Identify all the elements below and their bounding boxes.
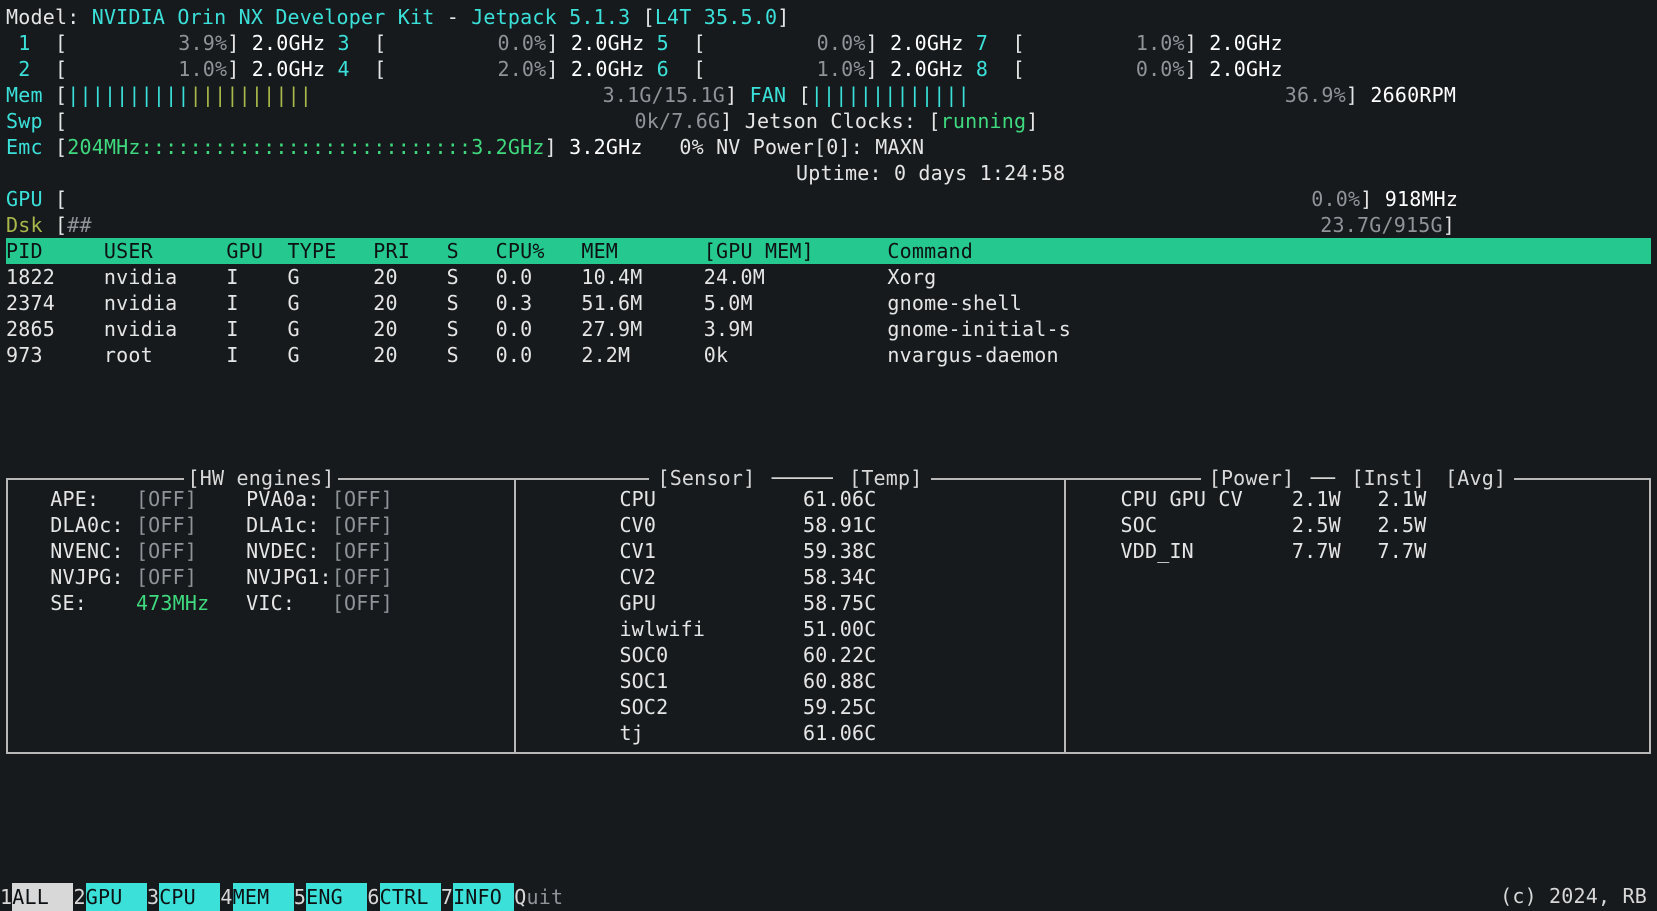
menu-item[interactable]: 4 — [220, 884, 232, 910]
sensor-row: CV2 58.34C — [546, 564, 1044, 590]
hw-engines-panel: [HW engines] APE: [OFF] PVA0a: [OFF] DLA… — [6, 478, 514, 754]
sensor-row: iwlwifi 51.00C — [546, 616, 1044, 642]
model-line: Model: NVIDIA Orin NX Developer Kit - Je… — [6, 4, 1651, 30]
panels-row: [HW engines] APE: [OFF] PVA0a: [OFF] DLA… — [6, 478, 1651, 754]
menu-item[interactable]: 3 — [147, 884, 159, 910]
credit: (c) 2024, RB — [1500, 883, 1647, 909]
power-row: SOC 2.5W 2.5W — [1096, 512, 1629, 538]
menu-item[interactable]: 2 — [73, 884, 85, 910]
emc-nvpower-line: Emc [204MHz:::::::::::::::::::::::::::3.… — [6, 134, 1651, 160]
dsk-line: Dsk [##23.7G/915G] — [6, 212, 1651, 238]
menu-item[interactable]: 1 — [0, 884, 12, 910]
proc-row[interactable]: 2374 nvidia I G 20 S 0.3 51.6M 5.0M gnom… — [6, 290, 1651, 316]
cpu-row-1: 1 [3.9%] 2.0GHz 3 [0.0%] 2.0GHz 5 [0.0%]… — [6, 30, 1651, 56]
gpu-line: GPU [0.0%] 918MHz — [6, 186, 1651, 212]
swp-jc-line: Swp [0k/7.6G] Jetson Clocks: [running] — [6, 108, 1651, 134]
sensor-row: SOC2 59.25C — [546, 694, 1044, 720]
power-title: [Power] ── [Inst] [Avg] — [1201, 466, 1515, 490]
mem-fan-line: Mem [||||||||||||||||||||3.1G/15.1G] FAN… — [6, 82, 1651, 108]
terminal-root: Model: NVIDIA Orin NX Developer Kit - Je… — [0, 0, 1657, 754]
power-row: VDD_IN 7.7W 7.7W — [1096, 538, 1629, 564]
hw-engine-row: DLA0c: [OFF] DLA1c: [OFF] — [38, 512, 494, 538]
sensor-row: SOC1 60.88C — [546, 668, 1044, 694]
sensor-panel: [Sensor] ───── [Temp] CPU 61.06C CV0 58.… — [514, 478, 1064, 754]
proc-row[interactable]: 1822 nvidia I G 20 S 0.0 10.4M 24.0M Xor… — [6, 264, 1651, 290]
hw-engine-row: NVENC: [OFF] NVDEC: [OFF] — [38, 538, 494, 564]
sensor-row: CV1 59.38C — [546, 538, 1044, 564]
hw-engines-title: [HW engines] — [184, 466, 339, 490]
power-panel: [Power] ── [Inst] [Avg] CPU GPU CV 2.1W … — [1064, 478, 1651, 754]
proc-row[interactable]: 2865 nvidia I G 20 S 0.0 27.9M 3.9M gnom… — [6, 316, 1651, 342]
sensor-row: GPU 58.75C — [546, 590, 1044, 616]
sensor-row: CV0 58.91C — [546, 512, 1044, 538]
sensor-row: SOC0 60.22C — [546, 642, 1044, 668]
menu-item[interactable]: 6 — [367, 884, 379, 910]
cpu-row-2: 2 [1.0%] 2.0GHz 4 [2.0%] 2.0GHz 6 [1.0%]… — [6, 56, 1651, 82]
menu-quit[interactable]: Q — [514, 884, 526, 910]
proc-body: 1822 nvidia I G 20 S 0.0 10.4M 24.0M Xor… — [6, 264, 1651, 368]
hw-engine-row: NVJPG: [OFF] NVJPG1:[OFF] — [38, 564, 494, 590]
menu-item[interactable]: 7 — [441, 884, 453, 910]
proc-row[interactable]: 973 root I G 20 S 0.0 2.2M 0k nvargus-da… — [6, 342, 1651, 368]
proc-header: PID USER GPU TYPE PRI S CPU% MEM [GPU ME… — [6, 238, 1651, 264]
sensor-row: tj 61.06C — [546, 720, 1044, 746]
sensor-title: [Sensor] ───── [Temp] — [649, 466, 930, 490]
uptime-line: Uptime: 0 days 1:24:58 — [6, 160, 1651, 186]
menubar: 1ALL 2GPU 3CPU 4MEM 5ENG 6CTRL 7INFO Qui… — [0, 883, 1657, 911]
hw-engine-row: SE: 473MHz VIC: [OFF] — [38, 590, 494, 616]
menu-item[interactable]: 5 — [294, 884, 306, 910]
